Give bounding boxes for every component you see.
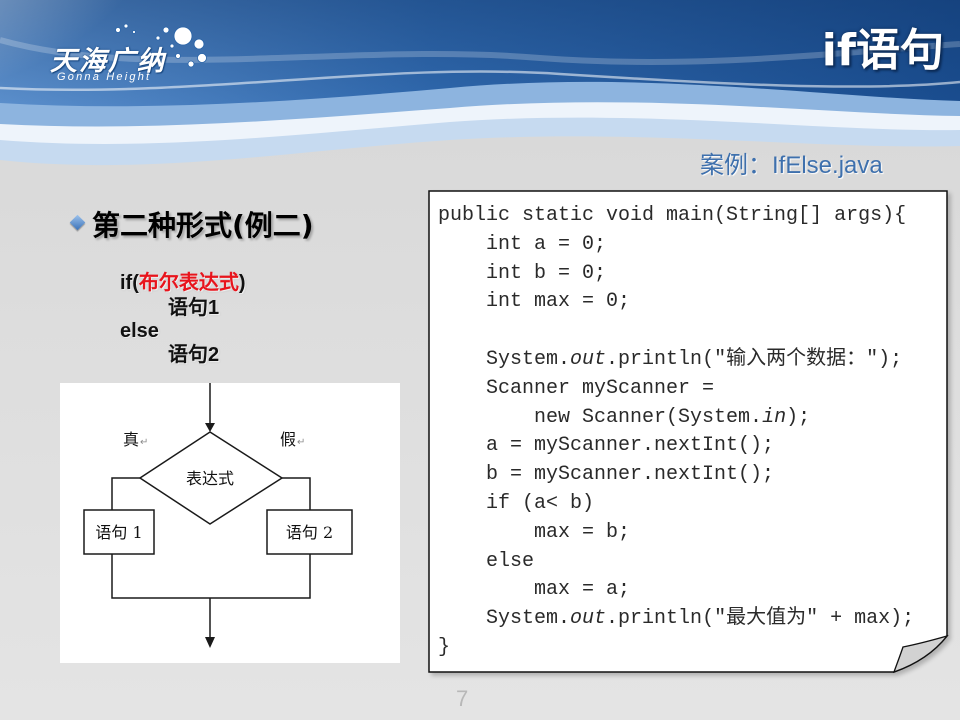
code-line: new Scanner(System.in);: [438, 404, 943, 433]
code-token: max = a;: [438, 578, 631, 602]
code-token-italic: out: [570, 347, 607, 371]
code-line: int b = 0;: [438, 260, 943, 289]
statement-1-label: 语句 1: [95, 523, 142, 542]
syntax-statement-1: 语句1: [168, 297, 220, 319]
code-line: System.out.println("输入两个数据：");: [438, 346, 943, 375]
code-token: int b = 0;: [438, 261, 607, 285]
exit-arrow-head: [205, 637, 215, 648]
statement-2-label: 语句 2: [286, 523, 333, 542]
code-token: a = myScanner.nextInt();: [438, 434, 775, 458]
code-token: .println("输入两个数据：");: [606, 347, 903, 371]
code-token: b = myScanner.nextInt();: [438, 463, 775, 487]
code-line: max = b;: [438, 519, 943, 548]
syntax-else: else: [120, 320, 159, 342]
code-token: int max = 0;: [438, 290, 631, 314]
true-branch-label: 真↵: [123, 430, 148, 449]
if-else-flowchart: 表达式 真↵ 假↵ 语句 1 语句 2: [60, 383, 400, 663]
code-token: else: [438, 549, 535, 573]
code-token: );: [786, 405, 811, 429]
code-token: new Scanner(System.: [438, 405, 763, 429]
flowchart-canvas: 表达式 真↵ 假↵ 语句 1 语句 2: [83, 383, 353, 648]
section-heading: 第二种形式(例二): [69, 204, 314, 244]
code-line: max = a;: [438, 576, 943, 605]
code-line: int max = 0;: [438, 288, 943, 317]
case-subtitle: 案例：IfElse.java: [700, 152, 883, 179]
code-token: max = b;: [438, 520, 631, 544]
code-token: .println("最大值为" + max);: [606, 607, 915, 631]
diamond-bullet-icon: [69, 214, 86, 230]
false-branch-connector: [282, 477, 311, 510]
logo-tagline: Gonna Height: [57, 71, 152, 83]
code-token: if (a< b): [438, 491, 595, 515]
page-number: 7: [456, 686, 469, 711]
code-token-italic: in: [762, 405, 787, 429]
code-line: else: [438, 548, 943, 577]
code-line: Scanner myScanner =: [438, 375, 943, 404]
code-box: public static void main(String[] args){ …: [428, 190, 952, 678]
code-line: System.out.println("最大值为" + max);: [438, 605, 943, 634]
syntax-if-open: if(: [120, 272, 139, 294]
code-block: public static void main(String[] args){ …: [438, 202, 943, 663]
true-branch-connector: [111, 477, 140, 510]
code-line: b = myScanner.nextInt();: [438, 461, 943, 490]
code-token: public static void main(String[] args){: [438, 204, 907, 227]
false-branch-label: 假↵: [280, 430, 305, 449]
code-token: int a = 0;: [438, 232, 607, 256]
decision-condition-label: 表达式: [186, 469, 234, 488]
syntax-condition: 布尔表达式: [138, 272, 239, 294]
code-token: System.: [438, 607, 571, 631]
code-line: if (a< b): [438, 490, 943, 519]
code-token-italic: out: [570, 607, 607, 631]
syntax-statement-2: 语句2: [168, 344, 220, 366]
slide-title: if语句: [821, 25, 944, 76]
merge-connector: [111, 554, 311, 599]
code-token: }: [438, 635, 451, 659]
section-heading-text: 第二种形式(例二): [92, 209, 314, 242]
slide: 天海广纳 Gonna Height if语句 案例：IfElse.java 第二…: [0, 0, 960, 720]
syntax-if-close: ): [238, 272, 246, 294]
code-line: a = myScanner.nextInt();: [438, 432, 943, 461]
company-logo: 天海广纳 Gonna Height: [48, 18, 218, 90]
code-token: Scanner myScanner =: [438, 376, 715, 400]
code-line: int a = 0;: [438, 231, 943, 260]
entry-arrow-head: [205, 423, 215, 432]
code-line: }: [438, 634, 943, 663]
code-line: public static void main(String[] args){: [438, 202, 943, 231]
syntax-if-line: if(布尔表达式): [120, 271, 246, 295]
code-token: System.: [438, 347, 571, 371]
